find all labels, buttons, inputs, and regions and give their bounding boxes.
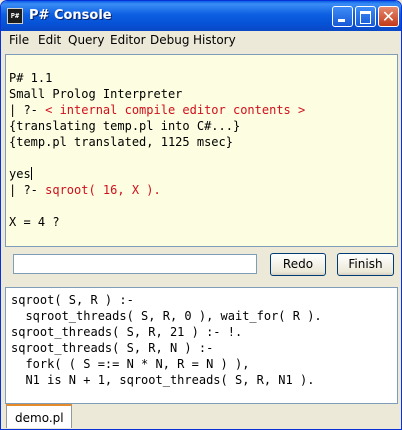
menu-debug[interactable]: Debug xyxy=(150,33,189,47)
maximize-icon xyxy=(356,7,375,26)
editor-line: sqroot_threads( S, R, 21 ) :- !. xyxy=(11,325,243,339)
console-line: P# 1.1 xyxy=(9,71,53,85)
console-line: X = 4 ? xyxy=(9,215,60,229)
editor-line: sqroot( S, R ) :- xyxy=(11,293,134,307)
window-title: P# Console xyxy=(29,8,112,23)
minimize-button[interactable] xyxy=(332,6,353,27)
console-line: {translating temp.pl into C#...} xyxy=(9,119,241,133)
query-bar: Redo Finish xyxy=(5,248,398,280)
console-line: {temp.pl translated, 1125 msec} xyxy=(9,135,233,149)
tab-bar: demo.pl xyxy=(2,404,401,429)
menu-query[interactable]: Query xyxy=(68,33,104,47)
console-line: Small Prolog Interpreter xyxy=(9,87,183,101)
maximize-button[interactable] xyxy=(355,6,376,27)
menu-editor[interactable]: Editor xyxy=(110,33,146,47)
editor-line: fork( ( S =:= N * N, R = N ) ), xyxy=(11,357,250,371)
finish-button[interactable]: Finish xyxy=(337,253,394,276)
console-line: | ?- sqroot( 16, X ). xyxy=(9,183,161,197)
close-icon: ✕ xyxy=(381,7,396,26)
title-bar[interactable]: P# P# Console ✕ xyxy=(1,1,401,31)
menu-edit[interactable]: Edit xyxy=(38,33,61,47)
text-cursor xyxy=(30,167,32,180)
menu-history[interactable]: History xyxy=(193,33,236,47)
console-window: P# P# Console ✕ File Edit Query Editor D… xyxy=(0,0,402,430)
code-editor[interactable]: sqroot( S, R ) :- sqroot_threads( S, R, … xyxy=(5,287,398,404)
menu-bar: File Edit Query Editor Debug History xyxy=(2,31,400,50)
close-button[interactable]: ✕ xyxy=(378,6,399,27)
editor-line: sqroot_threads( S, R, 0 ), wait_for( R )… xyxy=(11,309,322,323)
minimize-icon xyxy=(333,7,352,26)
editor-line: sqroot_threads( S, R, N ) :- xyxy=(11,341,214,355)
app-icon: P# xyxy=(7,8,23,24)
console-line: | ?- < internal compile editor contents … xyxy=(9,103,306,117)
query-input[interactable] xyxy=(13,254,257,274)
console-line: yes xyxy=(9,167,32,181)
console-output[interactable]: P# 1.1 Small Prolog Interpreter | ?- < i… xyxy=(5,54,398,247)
redo-button[interactable]: Redo xyxy=(270,253,326,276)
tab-demo-pl[interactable]: demo.pl xyxy=(6,404,72,428)
editor-line: N1 is N + 1, sqroot_threads( S, R, N1 ). xyxy=(11,373,315,387)
menu-file[interactable]: File xyxy=(9,33,29,47)
